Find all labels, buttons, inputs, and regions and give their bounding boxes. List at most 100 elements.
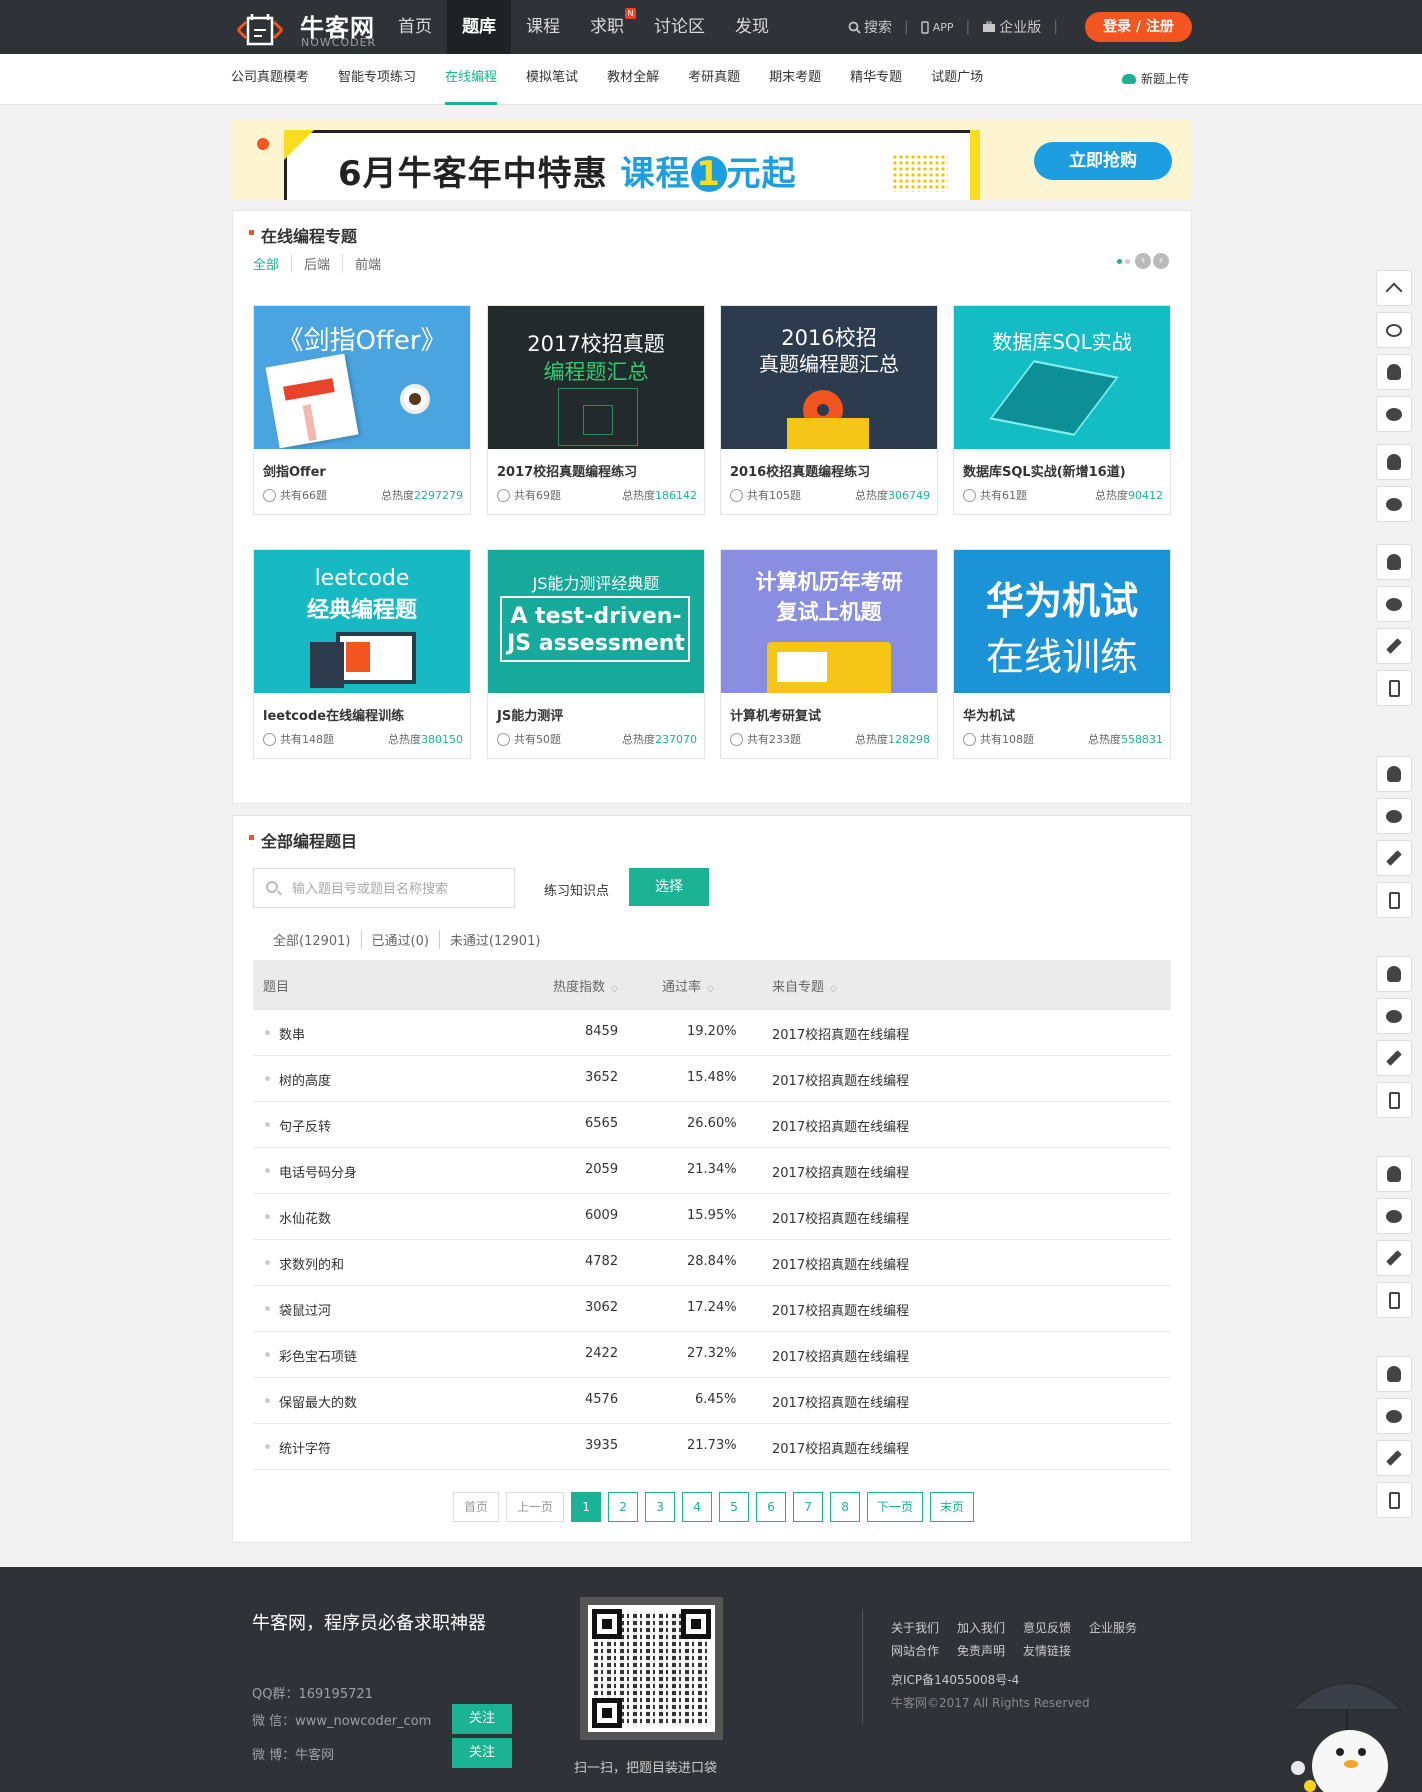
table-row[interactable]: 数串 8459 19.20% 2017校招真题在线编程: [253, 1010, 1171, 1056]
filter-all[interactable]: 全部(12901): [273, 930, 361, 949]
problem-title[interactable]: 电话号码分身: [279, 1162, 357, 1181]
wechat-button[interactable]: [1376, 586, 1412, 622]
subnav-featured[interactable]: 精华专题: [850, 54, 902, 105]
feedback-button[interactable]: [1376, 1440, 1412, 1476]
topic-card[interactable]: 《剑指Offer》 剑指Offer 共有 66题 总热度2297279: [253, 305, 471, 515]
nav-jobs[interactable]: 求职 N: [575, 0, 639, 54]
problem-topic[interactable]: 2017校招真题在线编程: [772, 1070, 909, 1089]
nav-question-bank[interactable]: 题库: [447, 0, 511, 54]
problem-title[interactable]: 袋鼠过河: [279, 1300, 331, 1319]
problem-title[interactable]: 统计字符: [279, 1438, 331, 1457]
col-hot[interactable]: 热度指数 ◇: [553, 976, 618, 995]
nav-home[interactable]: 首页: [383, 0, 447, 54]
wechat-button[interactable]: [1376, 1198, 1412, 1234]
footer-link-friends[interactable]: 友情链接: [1023, 1642, 1071, 1659]
subnav-company-exams[interactable]: 公司真题模考: [231, 54, 309, 105]
qq-button[interactable]: [1376, 354, 1412, 390]
subnav-postgrad[interactable]: 考研真题: [688, 54, 740, 105]
page-last[interactable]: 末页: [930, 1492, 975, 1522]
back-to-top-button[interactable]: [1376, 270, 1412, 306]
subnav-final-exam[interactable]: 期末考题: [769, 54, 821, 105]
table-row[interactable]: 彩色宝石项链 2422 27.32% 2017校招真题在线编程: [253, 1332, 1171, 1378]
upload-new-question[interactable]: 新题上传: [1122, 70, 1189, 87]
footer-link-join[interactable]: 加入我们: [957, 1619, 1005, 1636]
topic-card[interactable]: 华为机试 在线训练 华为机试 共有 108题 总热度558831: [953, 549, 1171, 759]
filter-not-passed[interactable]: 未通过(12901): [438, 930, 551, 949]
problem-title[interactable]: 彩色宝石项链: [279, 1346, 357, 1365]
footer-link-disclaimer[interactable]: 免责声明: [957, 1642, 1005, 1659]
qq-button[interactable]: [1376, 544, 1412, 580]
subnav-online-coding[interactable]: 在线编程: [445, 54, 498, 105]
table-row[interactable]: 树的高度 3652 15.48% 2017校招真题在线编程: [253, 1056, 1171, 1102]
wechat-button[interactable]: [1376, 798, 1412, 834]
page-number[interactable]: 2: [608, 1492, 639, 1522]
footer-link-enterprise[interactable]: 企业服务: [1089, 1619, 1137, 1636]
subnav-question-square[interactable]: 试题广场: [931, 54, 983, 105]
mobile-app-button[interactable]: [1376, 1082, 1412, 1118]
topic-card[interactable]: JS能力测评经典题 A test-driven- JS assessment J…: [487, 549, 705, 759]
feedback-button[interactable]: [1376, 1040, 1412, 1076]
nowcoder-logo[interactable]: 牛客网 NOWCODER: [232, 6, 382, 50]
footer-link-feedback[interactable]: 意见反馈: [1023, 1619, 1071, 1636]
feedback-button[interactable]: [1376, 1240, 1412, 1276]
feedback-button[interactable]: [1376, 840, 1412, 876]
wechat-button[interactable]: [1376, 486, 1412, 522]
page-number[interactable]: 1: [571, 1492, 602, 1522]
problem-title[interactable]: 求数列的和: [279, 1254, 344, 1273]
nav-courses[interactable]: 课程: [511, 0, 575, 54]
follow-wechat-button[interactable]: 关注: [452, 1704, 512, 1734]
header-enterprise[interactable]: 企业版: [982, 17, 1041, 37]
topic-card[interactable]: leetcode 经典编程题 leetcode在线编程训练 共有 148题 总热度…: [253, 549, 471, 759]
qq-button[interactable]: [1376, 956, 1412, 992]
mobile-app-button[interactable]: [1376, 1282, 1412, 1318]
page-number[interactable]: 8: [830, 1492, 861, 1522]
promo-banner[interactable]: 6月牛客年中特惠 课程 1 元起 立即抢购: [232, 120, 1192, 200]
nav-discuss[interactable]: 讨论区: [639, 0, 720, 54]
table-row[interactable]: 电话号码分身 2059 21.34% 2017校招真题在线编程: [253, 1148, 1171, 1194]
login-register-button[interactable]: 登录 / 注册: [1085, 12, 1192, 42]
tab-frontend[interactable]: 前端: [342, 254, 393, 273]
feedback-button[interactable]: [1376, 628, 1412, 664]
table-row[interactable]: 袋鼠过河 3062 17.24% 2017校招真题在线编程: [253, 1286, 1171, 1332]
qq-button[interactable]: [1376, 444, 1412, 480]
filter-passed[interactable]: 已通过(0): [360, 930, 439, 949]
topic-card[interactable]: 2016校招 真题编程题汇总 2016校招真题编程练习 共有 105题 总热度30…: [720, 305, 938, 515]
topic-card[interactable]: 计算机历年考研 复试上机题 计算机考研复试 共有 233题 总热度128298: [720, 549, 938, 759]
problem-title[interactable]: 句子反转: [279, 1116, 331, 1135]
problem-search-box[interactable]: [253, 868, 515, 908]
page-number[interactable]: 6: [756, 1492, 787, 1522]
subnav-mock-test[interactable]: 模拟笔试: [526, 54, 578, 105]
table-row[interactable]: 统计字符 3935 21.73% 2017校招真题在线编程: [253, 1424, 1171, 1470]
problem-topic[interactable]: 2017校招真题在线编程: [772, 1438, 909, 1457]
mobile-app-button[interactable]: [1376, 882, 1412, 918]
prev-arrow-icon[interactable]: ‹: [1135, 253, 1151, 269]
col-pass-rate[interactable]: 通过率 ◇: [662, 976, 714, 995]
tab-all[interactable]: 全部: [253, 254, 291, 273]
slider-dot[interactable]: [1125, 258, 1130, 264]
wechat-button[interactable]: [1376, 998, 1412, 1034]
page-number[interactable]: 7: [793, 1492, 824, 1522]
problem-topic[interactable]: 2017校招真题在线编程: [772, 1116, 909, 1135]
page-next[interactable]: 下一页: [867, 1492, 924, 1522]
next-arrow-icon[interactable]: ›: [1153, 253, 1169, 269]
table-row[interactable]: 求数列的和 4782 28.84% 2017校招真题在线编程: [253, 1240, 1171, 1286]
wechat-button[interactable]: [1376, 396, 1412, 432]
nav-discover[interactable]: 发现: [720, 0, 784, 54]
problem-topic[interactable]: 2017校招真题在线编程: [772, 1392, 909, 1411]
slider-dot[interactable]: [1117, 258, 1122, 264]
problem-title[interactable]: 数串: [279, 1024, 305, 1043]
table-row[interactable]: 水仙花数 6009 15.95% 2017校招真题在线编程: [253, 1194, 1171, 1240]
qq-button[interactable]: [1376, 756, 1412, 792]
problem-title[interactable]: 保留最大的数: [279, 1392, 357, 1411]
problem-title[interactable]: 水仙花数: [279, 1208, 331, 1227]
topic-card[interactable]: 2017校招真题 编程题汇总 2017校招真题编程练习 共有 69题 总热度186…: [487, 305, 705, 515]
buy-now-button[interactable]: 立即抢购: [1034, 142, 1172, 180]
problem-topic[interactable]: 2017校招真题在线编程: [772, 1300, 909, 1319]
problem-topic[interactable]: 2017校招真题在线编程: [772, 1254, 909, 1273]
problem-topic[interactable]: 2017校招真题在线编程: [772, 1208, 909, 1227]
page-first[interactable]: 首页: [453, 1492, 500, 1522]
col-topic[interactable]: 来自专题 ◇: [772, 976, 837, 995]
problem-topic[interactable]: 2017校招真题在线编程: [772, 1346, 909, 1365]
subnav-smart-practice[interactable]: 智能专项练习: [338, 54, 416, 105]
weibo-button[interactable]: [1376, 312, 1412, 348]
